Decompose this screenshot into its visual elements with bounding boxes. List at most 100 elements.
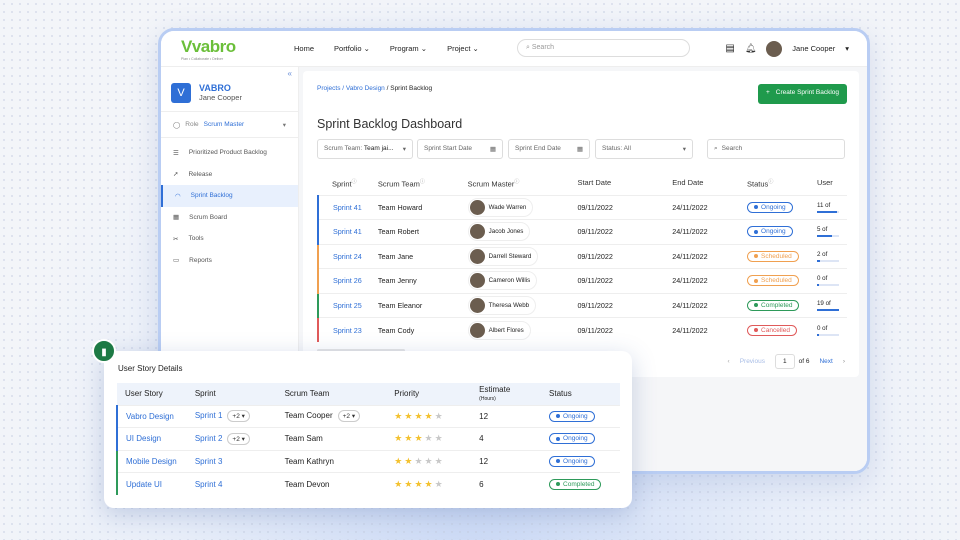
sprint-link[interactable]: Sprint 3: [195, 457, 223, 466]
status-dot: [556, 482, 561, 486]
column-header: User Story: [117, 383, 187, 405]
more-count: +2: [232, 435, 240, 443]
scrum-team: Team Eleanor: [377, 292, 468, 318]
scrum-team: Team Howard: [377, 194, 468, 220]
page-input[interactable]: 1: [774, 354, 795, 369]
nav-label: Portfolio: [334, 44, 362, 53]
nav-program[interactable]: Program ⌄: [390, 44, 427, 53]
user-story-link[interactable]: Mobile Design: [126, 457, 177, 466]
status-badge: Ongoing: [549, 410, 595, 422]
table-row[interactable]: Vabro Design Sprint 1 +2 ▾ Team Cooper +2 …: [116, 404, 620, 428]
table-row[interactable]: Mobile Design Sprint 3 Team Kathryn ★ ★ ★ ★…: [116, 449, 620, 473]
create-sprint-backlog-button[interactable]: + Create Sprint Backlog: [757, 84, 847, 104]
logo-text: vabro: [191, 37, 236, 56]
scrum-master-chip[interactable]: Albert Flores: [467, 320, 531, 340]
sidebar-item-scrum-board[interactable]: ▦ Scrum Board: [161, 207, 298, 229]
sprint-link[interactable]: Sprint 24: [333, 252, 362, 261]
card-title: User Story Details: [118, 364, 183, 373]
user-story-link[interactable]: Vabro Design: [126, 412, 174, 421]
inbox-icon[interactable]: ▤: [725, 43, 734, 54]
scrum-master-chip[interactable]: Wade Warren: [467, 197, 534, 217]
user-story-card: ▮ User Story Details User Story Sprint Scr…: [92, 339, 632, 508]
sprint-start-date-filter[interactable]: Sprint Start Date ▦: [417, 139, 503, 159]
sprint-link[interactable]: Sprint 2: [195, 434, 223, 443]
sprint-link[interactable]: Sprint 1: [195, 411, 223, 420]
scrum-master-chip[interactable]: Theresa Webb: [467, 295, 537, 315]
avatar[interactable]: [766, 40, 783, 57]
scrum-team: Team Sam: [284, 434, 323, 444]
column-header: Estimate (Hours): [471, 383, 542, 405]
nav-home[interactable]: Home: [294, 44, 314, 53]
table-row[interactable]: Sprint 24 Team Jane Darrell Steward 09/1…: [317, 243, 847, 269]
sprint-link[interactable]: Sprint 25: [333, 301, 362, 310]
column-header[interactable]: User: [817, 171, 847, 195]
column-header[interactable]: End Date: [672, 171, 747, 195]
start-date: 09/11/2022: [577, 194, 673, 220]
status-text: Ongoing: [563, 457, 588, 465]
table-row[interactable]: Sprint 25 Team Eleanor Theresa Webb 09/1…: [317, 292, 847, 318]
star-icon: ★: [404, 478, 413, 489]
star-icon: ★: [394, 410, 403, 421]
scrum-master-chip[interactable]: Darrell Steward: [467, 246, 539, 266]
sidebar-item-product-backlog[interactable]: ☰ Prioritized Product Backlog: [161, 142, 298, 164]
status-badge: Cancelled: [747, 324, 797, 336]
more-sprints-dropdown[interactable]: +2 ▾: [227, 410, 250, 423]
column-header[interactable]: Sprintⓘ: [318, 171, 378, 195]
breadcrumb-link[interactable]: Projects / Vabro Design: [317, 85, 385, 92]
sprint-end-date-filter[interactable]: Sprint End Date ▦: [508, 139, 590, 159]
column-header[interactable]: Scrum Teamⓘ: [378, 171, 468, 195]
sidebar-item-label: Tools: [188, 235, 204, 243]
status-text: Ongoing: [563, 435, 588, 443]
start-date: 09/11/2022: [577, 292, 673, 318]
chevron-left-icon[interactable]: ‹: [728, 358, 730, 365]
table-row[interactable]: Sprint 41 Team Robert Jacob Jones 09/11/…: [317, 219, 847, 244]
sidebar-item-release[interactable]: ➚ Release: [161, 164, 298, 186]
more-sprints-dropdown[interactable]: +2 ▾: [227, 432, 250, 445]
table-row[interactable]: UI Design Sprint 2 +2 ▾ Team Sam ★ ★ ★ ★ ★ 4 …: [116, 427, 620, 450]
sidebar-item-sprint-backlog[interactable]: ◠ Sprint Backlog: [161, 185, 298, 207]
column-header[interactable]: Scrum Masterⓘ: [468, 171, 578, 195]
avatar: [469, 297, 485, 313]
sprint-link[interactable]: Sprint 41: [333, 203, 362, 212]
sprint-link[interactable]: Sprint 26: [333, 276, 362, 285]
table-row[interactable]: Sprint 26 Team Jenny Cameron Willis 09/1…: [317, 268, 847, 293]
sprint-link[interactable]: Sprint 4: [195, 480, 223, 489]
column-header[interactable]: Start Date: [577, 171, 672, 195]
sprint-link[interactable]: Sprint 23: [333, 326, 362, 335]
users-progress-bar: [816, 333, 839, 336]
nav-portfolio[interactable]: Portfolio ⌄: [334, 44, 370, 53]
table-search-input[interactable]: ⌕ Search: [707, 139, 845, 159]
status-badge: Completed: [747, 299, 800, 311]
sidebar-item-reports[interactable]: ▭ Reports: [161, 250, 298, 272]
scrum-master-chip[interactable]: Cameron Willis: [467, 271, 538, 291]
table-row[interactable]: Sprint 23 Team Cody Albert Flores 09/11/…: [317, 317, 847, 342]
role-selector[interactable]: ◯ Role Scrum Master ▾: [161, 112, 298, 138]
previous-button[interactable]: Previous: [740, 358, 765, 365]
more-teams-dropdown[interactable]: +2 ▾: [337, 410, 361, 423]
scrum-master-chip[interactable]: Jacob Jones: [467, 222, 531, 242]
scrum-team: Team Robert: [377, 219, 468, 244]
end-date: 24/11/2022: [672, 243, 748, 269]
column-header[interactable]: Statusⓘ: [747, 171, 817, 195]
sprint-link[interactable]: Sprint 41: [333, 227, 362, 236]
users-progress-bar: [816, 235, 839, 238]
chevron-right-icon[interactable]: ›: [843, 358, 845, 365]
status-filter[interactable]: Status: All ▾: [595, 139, 693, 159]
status-dot: [556, 459, 561, 464]
nav-project[interactable]: Project ⌄: [447, 44, 479, 53]
table-row[interactable]: Update UI Sprint 4 Team Devon ★ ★ ★ ★ ★ 6 Co…: [116, 472, 620, 495]
main-nav: Home Portfolio ⌄ Program ⌄ Project ⌄: [294, 44, 479, 53]
sidebar-item-tools[interactable]: ✂ Tools: [161, 228, 298, 250]
user-story-link[interactable]: Update UI: [126, 480, 162, 489]
logo[interactable]: Vvabro Plan • Collaborate • Deliver: [181, 37, 236, 61]
global-search-input[interactable]: ⌕ Search: [517, 39, 690, 57]
table-row[interactable]: Sprint 41 Team Howard Wade Warren 09/11/…: [317, 194, 847, 220]
collapse-icon[interactable]: «: [288, 69, 292, 78]
scrum-team-filter[interactable]: Scrum Team: Team jai... ▾: [317, 139, 413, 159]
caret-down-icon[interactable]: ▾: [845, 44, 849, 53]
user-name[interactable]: Jane Cooper: [792, 44, 835, 53]
user-story-link[interactable]: UI Design: [126, 434, 161, 443]
bell-icon[interactable]: 🔔︎: [745, 43, 756, 54]
user-icon: ◯: [173, 121, 181, 129]
next-button[interactable]: Next: [819, 358, 832, 365]
